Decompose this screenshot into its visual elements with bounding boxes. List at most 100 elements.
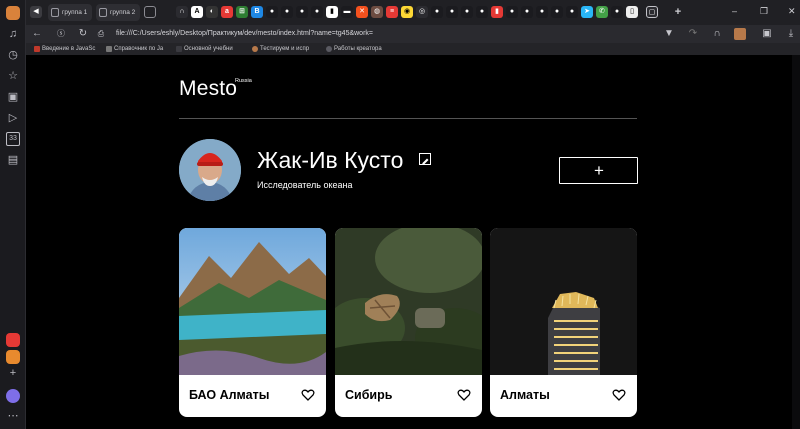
media-icon[interactable]: ▤ bbox=[6, 153, 20, 167]
tab-favicon-icon[interactable]: ◎ bbox=[416, 6, 428, 18]
tab-favicon-icon[interactable]: a bbox=[221, 6, 233, 18]
github-icon[interactable]: ● bbox=[431, 6, 443, 18]
clock-icon[interactable]: ◷ bbox=[6, 48, 20, 62]
profile-name: Жак-Ив Кусто bbox=[257, 147, 404, 173]
edit-profile-button[interactable] bbox=[419, 153, 431, 165]
tab-favicon-icon[interactable]: ▮ bbox=[491, 6, 503, 18]
bookmark-item[interactable]: Основной учебни bbox=[176, 44, 233, 54]
card-image[interactable] bbox=[335, 228, 482, 375]
bookmark-item[interactable]: Введение в JavaSc bbox=[34, 44, 95, 54]
place-card: БАО Алматы bbox=[179, 228, 326, 417]
bookmark-favicon-icon bbox=[252, 46, 258, 52]
add-card-button[interactable]: + bbox=[559, 157, 638, 184]
maximize-button[interactable]: ❐ bbox=[760, 6, 768, 17]
browser-window: ♫ ◷ ☆ ▣ ▷ 33 ▤ + ⋯ ◀ группа 1 группа 2 ∩… bbox=[0, 0, 800, 429]
sidebar-rail: ♫ ◷ ☆ ▣ ▷ 33 ▤ + ⋯ bbox=[0, 0, 26, 429]
star-icon[interactable]: ☆ bbox=[6, 69, 20, 83]
page-scrollbar[interactable] bbox=[792, 55, 800, 429]
place-card: Алматы bbox=[490, 228, 637, 417]
whatsapp-icon[interactable]: ✆ bbox=[596, 6, 608, 18]
url-field[interactable]: file:///C:/Users/eshly/Desktop/Практикум… bbox=[116, 28, 373, 40]
bookmark-favicon-icon bbox=[176, 46, 182, 52]
tab-group-2[interactable]: группа 2 bbox=[96, 4, 140, 21]
back-icon[interactable]: ← bbox=[30, 27, 44, 41]
tab-favicon-icon[interactable]: ▯ bbox=[626, 6, 638, 18]
tab-favicon-icon[interactable]: ◍ bbox=[371, 6, 383, 18]
more-icon[interactable]: ⋯ bbox=[6, 409, 20, 423]
assistant-icon[interactable] bbox=[6, 389, 20, 403]
card-image[interactable] bbox=[179, 228, 326, 375]
place-card: Сибирь bbox=[335, 228, 482, 417]
tab-strip: ◀ группа 1 группа 2 ∩ A ◐ a ⊞ B ● ● ● ● … bbox=[26, 0, 800, 25]
browser-logo-icon[interactable] bbox=[6, 6, 20, 20]
site-logo[interactable]: Mesto bbox=[179, 77, 237, 101]
bell-icon[interactable]: ♫ bbox=[6, 27, 20, 41]
bookmark-item[interactable]: Справочник по Ja bbox=[106, 44, 163, 54]
bookmark-icon[interactable]: ▼ bbox=[662, 27, 676, 41]
github-icon[interactable]: ● bbox=[311, 6, 323, 18]
minimize-button[interactable]: – bbox=[732, 6, 737, 16]
download-icon[interactable]: ⤓ bbox=[784, 27, 798, 41]
github-icon[interactable]: ● bbox=[536, 6, 548, 18]
tab-group-icon bbox=[51, 8, 59, 17]
new-tab-button[interactable]: + bbox=[672, 6, 684, 18]
profile-icon[interactable]: ▣ bbox=[760, 27, 774, 41]
extension-icon[interactable]: ∩ bbox=[710, 27, 724, 41]
tab-favicon-icon[interactable]: ▢ bbox=[646, 6, 658, 18]
address-bar-row: ← ⓢ ↻ ⎙ file:///C:/Users/eshly/Desktop/П… bbox=[26, 25, 800, 43]
heart-icon[interactable] bbox=[612, 388, 626, 402]
github-icon[interactable]: ● bbox=[566, 6, 578, 18]
collections-icon[interactable]: ▣ bbox=[6, 90, 20, 104]
video-icon[interactable]: ▷ bbox=[6, 111, 20, 125]
profile-job: Исследователь океана bbox=[257, 180, 353, 190]
tab-group-1[interactable]: группа 1 bbox=[48, 4, 92, 21]
page-info-icon[interactable]: ⎙ bbox=[94, 27, 108, 41]
tab-favicon-icon[interactable]: B bbox=[251, 6, 263, 18]
bookmark-item[interactable]: Тестируем и испр bbox=[252, 44, 309, 54]
card-title: БАО Алматы bbox=[189, 388, 270, 402]
github-icon[interactable]: ● bbox=[266, 6, 278, 18]
close-window-button[interactable]: ✕ bbox=[788, 6, 796, 17]
github-icon[interactable]: ● bbox=[611, 6, 623, 18]
add-app-icon[interactable]: + bbox=[6, 366, 20, 380]
tab-favicon-icon[interactable]: ▬ bbox=[341, 6, 353, 18]
translate-icon[interactable]: ↷ bbox=[686, 27, 700, 41]
tab-favicon-icon[interactable]: ≡ bbox=[386, 6, 398, 18]
tab-group-icon bbox=[99, 8, 107, 17]
github-icon[interactable]: ● bbox=[461, 6, 473, 18]
github-icon[interactable]: ● bbox=[296, 6, 308, 18]
bookmark-favicon-icon bbox=[34, 46, 40, 52]
tab-favicon-icon[interactable]: ◉ bbox=[401, 6, 413, 18]
tab-favicon-icon[interactable]: ✕ bbox=[356, 6, 368, 18]
bookmarks-bar: Введение в JavaSc Справочник по Ja Основ… bbox=[26, 43, 800, 55]
tab-favicon-icon[interactable]: ▮ bbox=[326, 6, 338, 18]
tab-back-icon[interactable]: ◀ bbox=[30, 6, 42, 18]
counter-icon[interactable]: 33 bbox=[6, 132, 20, 146]
app-icon[interactable] bbox=[6, 350, 20, 364]
header-divider bbox=[179, 118, 637, 119]
bookmark-favicon-icon bbox=[326, 46, 332, 52]
bookmark-item[interactable]: Работы креатора bbox=[326, 44, 382, 54]
reload-icon[interactable]: ↻ bbox=[76, 27, 90, 41]
github-icon[interactable]: ● bbox=[506, 6, 518, 18]
extension-icon[interactable] bbox=[734, 28, 746, 40]
new-group-icon[interactable] bbox=[144, 6, 156, 18]
github-icon[interactable]: ● bbox=[521, 6, 533, 18]
tab-favicon-icon[interactable]: ➤ bbox=[581, 6, 593, 18]
security-icon[interactable]: ⓢ bbox=[54, 27, 68, 41]
youtube-icon[interactable] bbox=[6, 333, 20, 347]
site-logo-sup: Russia bbox=[235, 78, 252, 84]
github-icon[interactable]: ● bbox=[446, 6, 458, 18]
heart-icon[interactable] bbox=[301, 388, 315, 402]
tab-favicon-icon[interactable]: ⊞ bbox=[236, 6, 248, 18]
github-icon[interactable]: ● bbox=[476, 6, 488, 18]
card-image[interactable] bbox=[490, 228, 637, 375]
heart-icon[interactable] bbox=[457, 388, 471, 402]
github-icon[interactable]: ● bbox=[551, 6, 563, 18]
tab-favicon-icon[interactable]: A bbox=[191, 6, 203, 18]
tab-favicon-icon[interactable]: ◐ bbox=[206, 6, 218, 18]
tab-favicon-icon[interactable]: ∩ bbox=[176, 6, 188, 18]
add-icon: + bbox=[594, 161, 604, 180]
github-icon[interactable]: ● bbox=[281, 6, 293, 18]
profile-avatar bbox=[179, 139, 241, 201]
